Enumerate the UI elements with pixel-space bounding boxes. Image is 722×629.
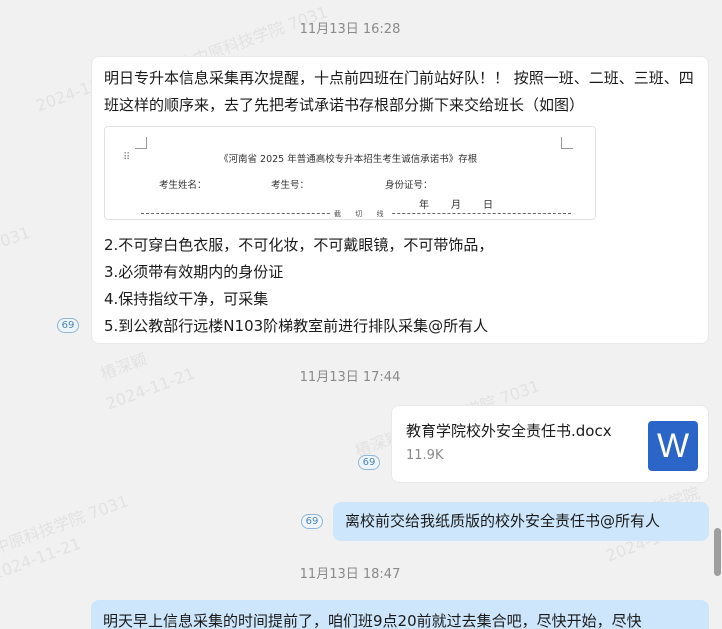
timestamp: 11月13日 18:47: [299, 567, 401, 582]
crop-corner: [561, 137, 573, 149]
message-line: 2.不可穿白色衣服，不可化妆，不可戴眼镜，不可带饰品，: [104, 236, 494, 254]
drag-handle-icon: ⠿: [123, 152, 131, 163]
scrollbar-thumb[interactable]: [714, 528, 721, 576]
form-field-id: 身份证号：: [385, 180, 433, 191]
read-count-badge[interactable]: 69: [301, 514, 323, 529]
message-text: 明天早上信息采集的时间提前了，咱们班9点20前就过去集合吧，尽快开始，尽快: [103, 612, 642, 629]
chat-history[interactable]: 樁深颖 中原科技学院 7031 2024-11-21 7031 樁深颖 2024…: [0, 0, 722, 629]
watermark: 中原科技学院 7031: [0, 491, 131, 558]
message-image[interactable]: ⠿ 《河南省 2025 年普通高校专升本招生考生诚信承诺书》存根 考生姓名： 考…: [104, 126, 596, 220]
file-size: 11.9K: [406, 448, 444, 463]
message-text: 明日专升本信息采集再次提醒，十点前四班在门前站好队！！ 按照一班、二班、三班、四…: [104, 69, 694, 114]
file-card[interactable]: 教育学院校外安全责任书.docx 11.9K W: [391, 405, 709, 483]
form-field-name: 考生姓名：: [159, 180, 207, 191]
message-line: 3.必须带有效期内的身份证: [104, 263, 284, 281]
form-title: 《河南省 2025 年普通高校专升本招生考生诚信承诺书》存根: [219, 154, 478, 165]
timestamp: 11月13日 17:44: [299, 370, 401, 385]
message-line: 4.保持指纹干净，可采集: [104, 290, 269, 308]
file-name: 教育学院校外安全责任书.docx: [406, 422, 612, 440]
form-field-number: 考生号：: [271, 180, 310, 191]
form-date-year: 年: [419, 200, 429, 211]
message-line: 5.到公教部行远楼N103阶梯教室前进行排队采集@所有人: [104, 317, 489, 335]
message-bubble[interactable]: 明天早上信息采集的时间提前了，咱们班9点20前就过去集合吧，尽快开始，尽快: [91, 600, 709, 629]
form-date-day: 日: [483, 200, 493, 211]
message-bubble[interactable]: 明日专升本信息采集再次提醒，十点前四班在门前站好队！！ 按照一班、二班、三班、四…: [91, 56, 709, 344]
timestamp: 11月13日 16:28: [299, 22, 401, 37]
form-date-month: 月: [451, 200, 461, 211]
message-bubble[interactable]: 离校前交给我纸质版的校外安全责任书@所有人: [333, 502, 709, 541]
read-count-badge[interactable]: 69: [57, 318, 79, 333]
word-doc-icon: W: [648, 421, 698, 471]
cut-line-label: 截 切 线: [331, 209, 393, 219]
read-count-badge[interactable]: 69: [358, 455, 380, 470]
message-text: 离校前交给我纸质版的校外安全责任书@所有人: [345, 512, 661, 530]
watermark-fragment: 7031: [0, 222, 33, 255]
crop-corner: [135, 137, 147, 149]
